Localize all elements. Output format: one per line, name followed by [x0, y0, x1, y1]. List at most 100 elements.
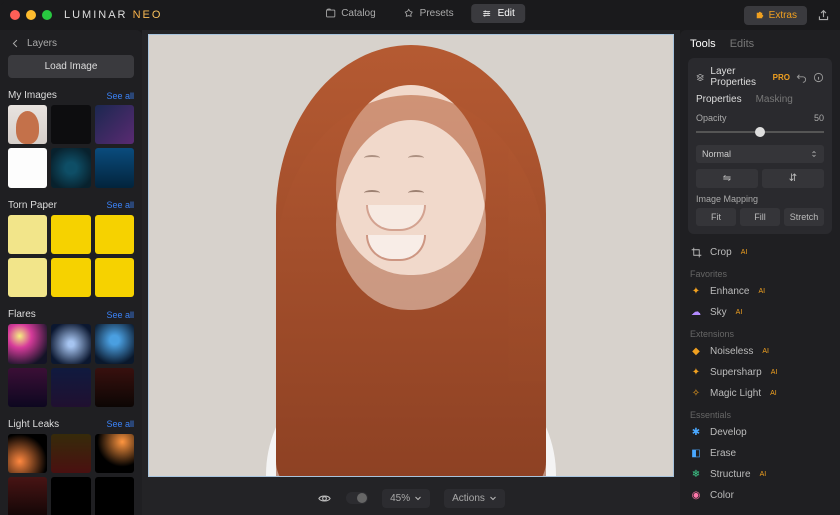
- tool-sky[interactable]: ☁ SkyAI: [688, 302, 832, 323]
- tool-enhance-label: Enhance: [710, 286, 749, 297]
- thumb-my-3[interactable]: [95, 105, 134, 144]
- canvas-wrap: 45% Actions: [142, 30, 680, 515]
- thumb-leak-4[interactable]: [8, 477, 47, 515]
- mapping-fit[interactable]: Fit: [696, 208, 736, 226]
- zoom-value: 45%: [390, 493, 410, 504]
- app-brand: LUMINAR NEO: [64, 9, 162, 21]
- opacity-slider[interactable]: [696, 127, 824, 137]
- chevron-down-icon: [414, 494, 422, 502]
- subtab-masking[interactable]: Masking: [756, 94, 793, 105]
- chevron-down-icon: [489, 494, 497, 502]
- nav-edit-label: Edit: [498, 8, 515, 19]
- light-leaks-grid: [8, 434, 134, 515]
- actions-label: Actions: [452, 493, 485, 504]
- edit-icon: [482, 8, 493, 19]
- see-all-flares[interactable]: See all: [106, 310, 134, 320]
- thumb-leak-1[interactable]: [8, 434, 47, 473]
- thumb-leak-2[interactable]: [51, 434, 90, 473]
- thumb-torn-6[interactable]: [95, 258, 134, 297]
- share-button[interactable]: [817, 8, 830, 22]
- thumb-my-4[interactable]: [8, 148, 47, 187]
- puzzle-icon: [754, 10, 765, 21]
- mapping-fill[interactable]: Fill: [740, 208, 780, 226]
- tool-crop-label: Crop: [710, 247, 732, 258]
- actions-dropdown[interactable]: Actions: [444, 489, 505, 508]
- canvas[interactable]: [148, 34, 674, 477]
- nav-presets[interactable]: Presets: [394, 4, 464, 23]
- tool-supersharp[interactable]: ✦ SupersharpAI: [688, 362, 832, 383]
- section-my-images: My Images: [8, 90, 57, 101]
- tab-edits[interactable]: Edits: [730, 38, 754, 50]
- thumb-flare-5[interactable]: [51, 368, 90, 407]
- tool-erase[interactable]: ◧ Erase: [688, 443, 832, 464]
- thumb-my-6[interactable]: [95, 148, 134, 187]
- tool-magic-light[interactable]: ✧ Magic LightAI: [688, 383, 832, 404]
- see-all-torn-paper[interactable]: See all: [106, 200, 134, 210]
- preview-toggle[interactable]: [317, 490, 332, 506]
- layers-label: Layers: [27, 38, 57, 49]
- tool-structure[interactable]: ❄ StructureAI: [688, 464, 832, 485]
- layers-heading[interactable]: Layers: [8, 36, 134, 55]
- load-image-button[interactable]: Load Image: [8, 55, 134, 78]
- thumb-torn-5[interactable]: [51, 258, 90, 297]
- brand-text-a: LUMINAR: [64, 9, 133, 21]
- tool-color[interactable]: ◉ Color: [688, 485, 832, 506]
- right-tabs: Tools Edits: [688, 36, 832, 58]
- subtab-properties[interactable]: Properties: [696, 94, 742, 105]
- thumb-torn-2[interactable]: [51, 215, 90, 254]
- essentials-section-label: Essentials: [688, 404, 832, 422]
- tool-crop[interactable]: CropAI: [688, 242, 832, 263]
- right-sidebar: Tools Edits Layer Properties PRO Propert…: [680, 30, 840, 515]
- section-torn-paper: Torn Paper: [8, 200, 57, 211]
- extras-button[interactable]: Extras: [744, 6, 807, 25]
- opacity-value: 50: [814, 113, 824, 123]
- top-nav: Catalog Presets Edit: [315, 4, 525, 23]
- updown-icon: [810, 150, 818, 158]
- thumb-leak-5[interactable]: [51, 477, 90, 515]
- tool-enhance[interactable]: ✦ EnhanceAI: [688, 281, 832, 302]
- tool-noiseless[interactable]: ◆ NoiselessAI: [688, 341, 832, 362]
- thumb-flare-3[interactable]: [95, 324, 134, 363]
- extensions-section-label: Extensions: [688, 323, 832, 341]
- see-all-my-images[interactable]: See all: [106, 91, 134, 101]
- mapping-stretch[interactable]: Stretch: [784, 208, 824, 226]
- maximize-window-button[interactable]: [42, 10, 52, 20]
- thumb-torn-1[interactable]: [8, 215, 47, 254]
- zoom-dropdown[interactable]: 45%: [382, 489, 430, 508]
- close-window-button[interactable]: [10, 10, 20, 20]
- thumb-flare-4[interactable]: [8, 368, 47, 407]
- nav-edit[interactable]: Edit: [472, 4, 525, 23]
- blend-mode-value: Normal: [702, 149, 731, 159]
- brand-text-b: NEO: [133, 9, 163, 21]
- tool-develop[interactable]: ✱ Develop: [688, 422, 832, 443]
- thumb-flare-1[interactable]: [8, 324, 47, 363]
- nav-presets-label: Presets: [420, 8, 454, 19]
- thumb-torn-3[interactable]: [95, 215, 134, 254]
- blend-mode-select[interactable]: Normal: [696, 145, 824, 163]
- thumb-flare-2[interactable]: [51, 324, 90, 363]
- section-flares: Flares: [8, 309, 36, 320]
- thumb-leak-3[interactable]: [95, 434, 134, 473]
- thumb-my-1[interactable]: [8, 105, 47, 144]
- left-sidebar: Layers Load Image My Images See all Torn…: [0, 30, 142, 515]
- share-icon: [817, 9, 830, 22]
- thumb-flare-6[interactable]: [95, 368, 134, 407]
- layer-panel-title: Layer Properties: [710, 66, 766, 88]
- undo-icon[interactable]: [796, 72, 807, 83]
- minimize-window-button[interactable]: [26, 10, 36, 20]
- flip-horizontal-button[interactable]: ⇋: [696, 169, 758, 188]
- canvas-footer: 45% Actions: [142, 481, 680, 515]
- tab-tools[interactable]: Tools: [690, 38, 716, 50]
- window-controls: [10, 10, 52, 20]
- info-icon[interactable]: [813, 72, 824, 83]
- flip-vertical-button[interactable]: ⇵: [762, 169, 824, 188]
- canvas-layer-2: [246, 75, 576, 477]
- nav-catalog[interactable]: Catalog: [315, 4, 385, 23]
- tool-structure-label: Structure: [710, 469, 751, 480]
- thumb-my-5[interactable]: [51, 148, 90, 187]
- before-after-toggle[interactable]: [346, 492, 368, 504]
- see-all-light-leaks[interactable]: See all: [106, 419, 134, 429]
- thumb-torn-4[interactable]: [8, 258, 47, 297]
- thumb-leak-6[interactable]: [95, 477, 134, 515]
- thumb-my-2[interactable]: [51, 105, 90, 144]
